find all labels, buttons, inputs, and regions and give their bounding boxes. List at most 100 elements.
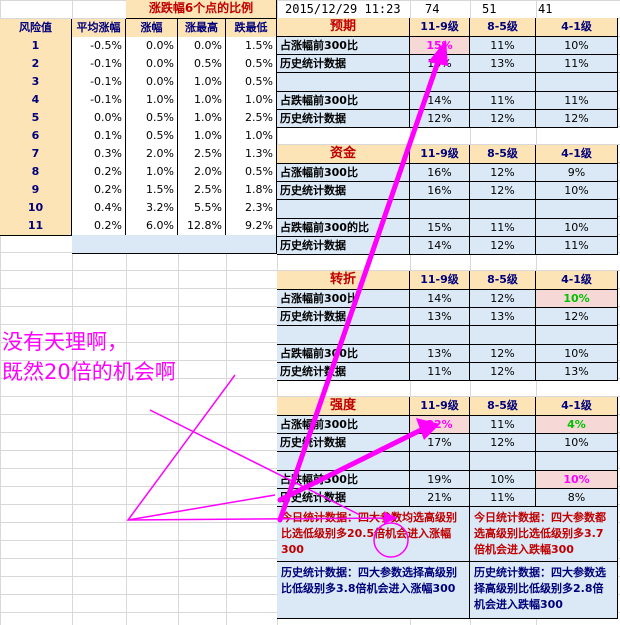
- value-cell[interactable]: 5.5%: [178, 199, 226, 218]
- section-value-cell[interactable]: 12%: [470, 164, 536, 182]
- row-label[interactable]: 占跌幅前300比: [277, 471, 410, 489]
- value-cell[interactable]: -0.1%: [72, 73, 126, 92]
- risk-level-cell[interactable]: 8: [0, 163, 72, 182]
- section-column-header[interactable]: 11-9级: [410, 145, 470, 164]
- section-value-cell[interactable]: 11%: [470, 92, 536, 110]
- value-cell[interactable]: 0.0%: [126, 73, 178, 92]
- value-cell[interactable]: -0.5%: [72, 37, 126, 56]
- value-cell[interactable]: 2.0%: [126, 145, 178, 164]
- section-value-cell[interactable]: [410, 73, 470, 92]
- section-value-cell[interactable]: 12%: [470, 182, 536, 200]
- value-cell[interactable]: 2.5%: [178, 145, 226, 164]
- section-value-cell[interactable]: 13%: [536, 363, 618, 381]
- row-label[interactable]: 占跌幅前300比: [277, 92, 410, 110]
- risk-level-cell[interactable]: 6: [0, 127, 72, 146]
- row-label[interactable]: 占跌幅前300的比: [277, 219, 410, 237]
- value-cell[interactable]: 12.8%: [178, 217, 226, 236]
- section-value-cell[interactable]: 4%: [536, 416, 618, 434]
- empty-cell[interactable]: [72, 235, 277, 254]
- value-cell[interactable]: 0.5%: [226, 55, 277, 74]
- section-value-cell[interactable]: [470, 452, 536, 471]
- section-title[interactable]: 资金: [277, 145, 410, 164]
- risk-level-cell[interactable]: 11: [0, 217, 72, 236]
- value-cell[interactable]: 1.5%: [226, 37, 277, 56]
- section-value-cell[interactable]: 10%: [536, 182, 618, 200]
- value-cell[interactable]: 0.5%: [178, 55, 226, 74]
- section-value-cell[interactable]: 9%: [536, 164, 618, 182]
- value-cell[interactable]: 6.0%: [126, 217, 178, 236]
- section-value-cell[interactable]: 11%: [536, 237, 618, 255]
- value-cell[interactable]: 9.2%: [226, 217, 277, 236]
- section-value-cell[interactable]: 12%: [470, 434, 536, 452]
- value-cell[interactable]: 0.5%: [226, 73, 277, 92]
- risk-level-cell[interactable]: 1: [0, 37, 72, 56]
- summary-today-left[interactable]: 今日统计数据：四大参数均选高级别比选低级别多20.5倍机会进入涨幅300: [277, 507, 470, 562]
- section-column-header[interactable]: 4-1级: [536, 271, 618, 290]
- value-cell[interactable]: 1.0%: [126, 163, 178, 182]
- section-value-cell[interactable]: 12%: [470, 345, 536, 363]
- column-header[interactable]: 涨最高: [178, 19, 226, 38]
- section-value-cell[interactable]: [410, 200, 470, 219]
- value-cell[interactable]: 0.1%: [72, 127, 126, 146]
- top-number-1[interactable]: 74: [425, 2, 439, 16]
- value-cell[interactable]: 0.0%: [72, 109, 126, 128]
- value-cell[interactable]: 1.0%: [178, 109, 226, 128]
- section-column-header[interactable]: 4-1级: [536, 397, 618, 416]
- value-cell[interactable]: 2.3%: [226, 199, 277, 218]
- value-cell[interactable]: 0.3%: [72, 145, 126, 164]
- section-value-cell[interactable]: [536, 200, 618, 219]
- section-value-cell[interactable]: [536, 73, 618, 92]
- section-value-cell[interactable]: 11%: [470, 489, 536, 507]
- section-value-cell[interactable]: 14%: [410, 290, 470, 308]
- section-title[interactable]: 预期: [277, 18, 410, 37]
- value-cell[interactable]: 0.0%: [178, 37, 226, 56]
- section-title[interactable]: 转折: [277, 271, 410, 290]
- risk-level-cell[interactable]: 2: [0, 55, 72, 74]
- section-value-cell[interactable]: 13%: [470, 308, 536, 326]
- section-value-cell[interactable]: 14%: [410, 237, 470, 255]
- risk-level-cell[interactable]: 3: [0, 73, 72, 92]
- section-column-header[interactable]: 8-5级: [470, 145, 536, 164]
- value-cell[interactable]: 0.5%: [126, 109, 178, 128]
- section-value-cell[interactable]: [470, 200, 536, 219]
- section-value-cell[interactable]: 12%: [410, 110, 470, 128]
- section-value-cell[interactable]: 22%: [410, 416, 470, 434]
- section-value-cell[interactable]: [470, 73, 536, 92]
- section-value-cell[interactable]: 8%: [536, 489, 618, 507]
- section-value-cell[interactable]: 12%: [470, 237, 536, 255]
- section-value-cell[interactable]: 12%: [536, 110, 618, 128]
- section-value-cell[interactable]: 11%: [536, 92, 618, 110]
- row-label[interactable]: 历史统计数据: [277, 55, 410, 73]
- value-cell[interactable]: 1.8%: [226, 181, 277, 200]
- banner-cell[interactable]: 涨跌幅6个点的比例: [126, 0, 277, 19]
- section-value-cell[interactable]: 17%: [410, 434, 470, 452]
- value-cell[interactable]: 0.0%: [126, 55, 178, 74]
- value-cell[interactable]: 1.0%: [226, 127, 277, 146]
- value-cell[interactable]: 2.5%: [226, 109, 277, 128]
- section-column-header[interactable]: 8-5级: [470, 18, 536, 37]
- section-value-cell[interactable]: 11%: [410, 363, 470, 381]
- section-value-cell[interactable]: 13%: [410, 55, 470, 73]
- row-label[interactable]: 历史统计数据: [277, 434, 410, 452]
- row-label[interactable]: [277, 452, 410, 471]
- value-cell[interactable]: 0.2%: [72, 217, 126, 236]
- row-label[interactable]: [277, 326, 410, 345]
- section-column-header[interactable]: 4-1级: [536, 18, 618, 37]
- datetime-cell[interactable]: 2015/12/29 11:23: [285, 2, 401, 16]
- section-value-cell[interactable]: 13%: [410, 308, 470, 326]
- section-value-cell[interactable]: 10%: [536, 290, 618, 308]
- value-cell[interactable]: 1.0%: [178, 91, 226, 110]
- summary-today-right[interactable]: 今日统计数据：四大参数都选高级别比选低级别多3.7倍机会进入跌幅300: [470, 507, 618, 562]
- section-column-header[interactable]: 8-5级: [470, 271, 536, 290]
- section-value-cell[interactable]: [536, 326, 618, 345]
- section-value-cell[interactable]: 11%: [470, 219, 536, 237]
- value-cell[interactable]: 0.5%: [226, 163, 277, 182]
- row-label[interactable]: 历史统计数据: [277, 182, 410, 200]
- section-value-cell[interactable]: [470, 326, 536, 345]
- section-value-cell[interactable]: 12%: [470, 110, 536, 128]
- row-label[interactable]: 历史统计数据: [277, 110, 410, 128]
- value-cell[interactable]: 1.0%: [226, 91, 277, 110]
- value-cell[interactable]: 2.5%: [178, 181, 226, 200]
- row-label[interactable]: 历史统计数据: [277, 237, 410, 255]
- section-value-cell[interactable]: 13%: [410, 345, 470, 363]
